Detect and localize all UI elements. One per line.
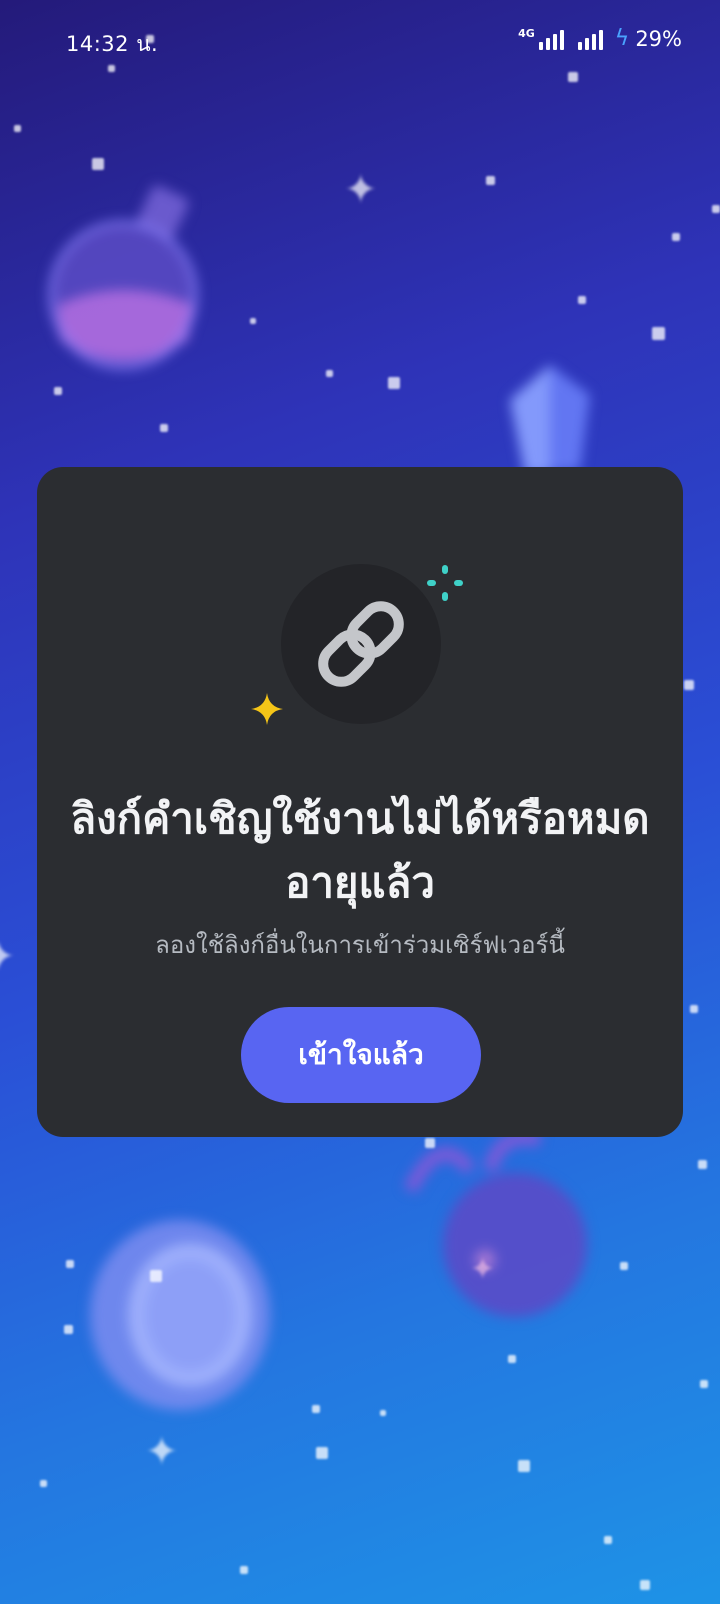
signal-strength-icon-2 [577, 28, 603, 50]
battery-percentage: 29% [635, 26, 682, 51]
potion-flask-icon [48, 180, 208, 380]
status-icons: 4G ϟ 29% [518, 26, 682, 51]
coin-icon [80, 1215, 280, 1415]
bomb-icon [400, 1130, 600, 1320]
link-icon [318, 601, 404, 687]
got-it-button[interactable]: เข้าใจแล้ว [241, 1007, 481, 1103]
yellow-sparkle-icon [251, 693, 283, 725]
dialog-subtitle: ลองใช้ลิงก์อื่นในการเข้าร่วมเซิร์ฟเวอร์น… [155, 931, 565, 959]
status-time: 14:32 น. [66, 32, 159, 56]
status-bar: 14:32 น. 4G ϟ 29% [0, 0, 720, 84]
teal-sparkle-icon [427, 565, 463, 601]
link-icon-badge [281, 564, 441, 724]
signal-strength-icon [538, 28, 564, 50]
crystal-icon [490, 360, 610, 480]
dialog-title: ลิงก์คำเชิญใช้งานไม่ได้หรือหมดอายุแล้ว [70, 794, 650, 907]
network-type-label: 4G [518, 27, 535, 40]
battery-charging-icon: ϟ [614, 26, 630, 51]
invite-expired-dialog: ลิงก์คำเชิญใช้งานไม่ได้หรือหมดอายุแล้ว ล… [37, 467, 683, 1137]
